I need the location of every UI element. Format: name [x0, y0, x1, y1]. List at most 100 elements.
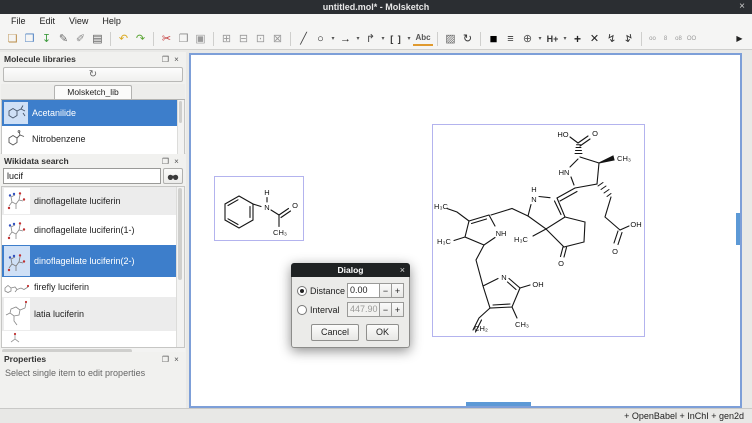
cancel-button[interactable]: Cancel [311, 324, 359, 341]
library-refresh-button[interactable]: ↻ [3, 67, 183, 82]
zoom-out-icon[interactable]: ⊟ [235, 31, 252, 47]
panel-float-icon[interactable]: ❐ [160, 355, 171, 364]
atom-label: HN [559, 168, 570, 177]
open-file-icon[interactable]: ❒ [21, 31, 38, 47]
reaction-arrow-icon[interactable]: ↯ [603, 31, 620, 47]
atom-label: O [592, 129, 598, 138]
copy-icon[interactable]: ❐ [175, 31, 192, 47]
align-icon-2[interactable]: 8 [659, 31, 672, 47]
list-item-acetanilide[interactable]: Acetanilide [2, 100, 184, 126]
charge-tool-dropdown-icon[interactable]: ▾ [536, 35, 544, 42]
window-titlebar: untitled.mol* - Molsketch × [0, 0, 752, 14]
tab-molsketch-lib[interactable]: Molsketch_lib [54, 85, 132, 99]
ring-tool-dropdown-icon[interactable]: ▾ [329, 35, 337, 42]
color-swatch-icon[interactable]: ■ [485, 31, 502, 47]
window-title: untitled.mol* - Molsketch [323, 2, 430, 12]
zoom-in-icon[interactable]: ⊞ [218, 31, 235, 47]
charge-tool-icon[interactable]: ⊕ [519, 31, 536, 47]
rotate-tool-icon[interactable]: ↻ [459, 31, 476, 47]
zoom-reset-icon[interactable]: ⊡ [252, 31, 269, 47]
list-item-dinoflagellate-luciferin[interactable]: dinoflagellate luciferin [2, 187, 177, 215]
panel-close-icon[interactable]: × [171, 157, 182, 166]
list-item-latia-luciferin[interactable]: latia luciferin [2, 297, 177, 331]
molecule-thumbnail [4, 278, 30, 296]
toolbar-overflow-icon[interactable]: ▶ [731, 31, 748, 47]
retrosynthesis-arrow-icon[interactable]: ↯ [620, 31, 637, 47]
interval-increment-button[interactable]: + [391, 302, 404, 317]
refresh-icon: ↻ [89, 69, 97, 80]
bracket-tool-icon[interactable]: [ ] [387, 31, 405, 47]
statusbar: + OpenBabel + InChI + gen2d [0, 408, 752, 423]
mechanism-tool-icon[interactable]: ▨ [442, 31, 459, 47]
list-item-dinoflagellate-luciferin-1[interactable]: dinoflagellate luciferin(1-) [2, 215, 177, 245]
hydrogen-tool-dropdown-icon[interactable]: ▾ [561, 35, 569, 42]
new-file-icon[interactable]: ❏ [4, 31, 21, 47]
menu-help[interactable]: Help [95, 16, 128, 26]
draw-bond-icon[interactable]: ╱ [295, 31, 312, 47]
wikidata-list-vertical-scrollbar[interactable] [176, 187, 184, 347]
arrow-tool-icon[interactable]: → [337, 31, 354, 47]
canvas-horizontal-scroll-thumb[interactable] [466, 402, 531, 406]
panel-float-icon[interactable]: ❐ [160, 55, 171, 64]
curved-arrow-tool-dropdown-icon[interactable]: ▾ [379, 35, 387, 42]
atom-label: O [292, 201, 298, 210]
redo-icon[interactable]: ↷ [132, 31, 149, 47]
panel-float-icon[interactable]: ❐ [160, 157, 171, 166]
distance-radio[interactable] [297, 286, 307, 296]
cut-icon[interactable]: ✂ [158, 31, 175, 47]
save-as-icon[interactable]: ✎ [55, 31, 72, 47]
menu-file[interactable]: File [4, 16, 33, 26]
dialog-close-icon[interactable]: × [400, 265, 405, 275]
move-tool-icon[interactable]: + [569, 31, 586, 47]
align-icon-3[interactable]: o8 [672, 31, 685, 47]
zoom-fit-icon[interactable]: ⊠ [269, 31, 286, 47]
window-close-icon[interactable]: × [739, 0, 745, 14]
distance-increment-button[interactable]: + [391, 283, 404, 298]
export-icon[interactable]: ✐ [72, 31, 89, 47]
search-button[interactable] [163, 168, 183, 184]
arrow-tool-dropdown-icon[interactable]: ▾ [354, 35, 362, 42]
paste-icon[interactable]: ▣ [192, 31, 209, 47]
align-icon-4[interactable]: OO [685, 31, 698, 47]
print-icon[interactable]: ▤ [89, 31, 106, 47]
luciferin-structure: HO O HN CH₃ OH O H N H₃C O H₃C H₃C NH N … [433, 125, 642, 334]
menu-edit[interactable]: Edit [33, 16, 63, 26]
panel-close-icon[interactable]: × [171, 355, 182, 364]
list-item-label: Acetanilide [32, 108, 76, 118]
align-icon-1[interactable]: oo [646, 31, 659, 47]
toolbar-separator [290, 32, 291, 46]
curved-arrow-tool-icon[interactable]: ↱ [362, 31, 379, 47]
library-list-scrollbar[interactable] [177, 100, 184, 155]
menu-view[interactable]: View [62, 16, 95, 26]
delete-tool-icon[interactable]: ✕ [586, 31, 603, 47]
atom-label: H [531, 185, 536, 194]
molecule-acetanilide[interactable]: H N O CH₃ [214, 176, 304, 241]
list-item-partial[interactable] [2, 331, 177, 345]
bracket-tool-dropdown-icon[interactable]: ▾ [405, 35, 413, 42]
list-item-label: dinoflagellate luciferin(1-) [34, 225, 135, 235]
atom-label: H [264, 188, 269, 197]
atom-label: CH₃ [617, 154, 631, 163]
list-item-nitrobenzene[interactable]: Nitrobenzene [2, 126, 184, 152]
ok-button[interactable]: OK [366, 324, 399, 341]
panel-close-icon[interactable]: × [171, 55, 182, 64]
undo-icon[interactable]: ↶ [115, 31, 132, 47]
molecule-libraries-header: Molecule libraries ❐ × [0, 52, 186, 65]
list-item-firefly-luciferin[interactable]: firefly luciferin [2, 277, 177, 297]
save-icon[interactable]: ↧ [38, 31, 55, 47]
drawing-canvas[interactable]: H N O CH₃ [189, 53, 742, 408]
list-item-dinoflagellate-luciferin-2[interactable]: dinoflagellate luciferin(2-) [2, 245, 177, 277]
canvas-vertical-scroll-thumb[interactable] [736, 213, 740, 245]
search-input[interactable]: lucif [3, 168, 161, 184]
interval-value[interactable]: 447.90 [347, 302, 380, 317]
distance-value[interactable]: 0.00 [347, 283, 380, 298]
properties-panel: Properties ❐ × Select single item to edi… [0, 352, 186, 408]
hydrogen-tool-icon[interactable]: H+ [544, 31, 561, 47]
ring-tool-icon[interactable]: ○ [312, 31, 329, 47]
text-tool-icon[interactable]: Abc [413, 32, 433, 46]
interval-radio[interactable] [297, 305, 307, 315]
line-width-icon[interactable]: ≡ [502, 31, 519, 47]
molecule-dinoflagellate-luciferin[interactable]: HO O HN CH₃ OH O H N H₃C O H₃C H₃C NH N … [432, 124, 645, 337]
dialog-title: Dialog [338, 265, 364, 275]
atom-label: O [558, 259, 564, 268]
